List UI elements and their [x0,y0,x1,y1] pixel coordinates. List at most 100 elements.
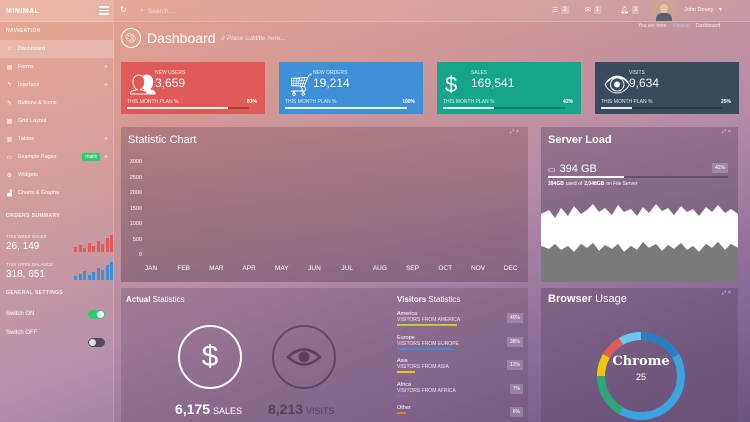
stat-progress-bar [601,107,723,109]
visitor-bar [397,412,406,414]
panel-controls[interactable]: ⤢× [722,290,733,296]
gear-icon: ⚙ [6,172,13,179]
stat-card-new-orders: 🛒︎ NEW ORDERS 19,214 THIS MONTH PLAN % 100% [279,62,423,114]
list-item: Asia VISITORS FROM ASIA 12% [397,358,525,373]
brand-logo[interactable]: MIN IMAL [0,0,114,22]
chart-icon: ▟ [7,190,12,197]
week-balance-label: THIS WEEK BALANCE [6,262,54,267]
visitor-bar [397,324,457,326]
stat-card-sales: $ SALES 169,541 THIS MONTH PLAN % 42% [437,62,581,114]
brand-bold: MIN [6,7,21,15]
server-load-percent: 42% [712,163,729,173]
page-subtitle: // Place subtitle here... [221,34,286,42]
list-item: Other 6% [397,405,525,417]
switch-off-label: Switch OFF [6,330,38,336]
cart-icon: 🛒︎ [287,72,315,97]
mail-count: 1 [593,6,602,14]
visitor-bar [397,371,415,373]
sidebar-item-grid[interactable]: ▦ Grid Layout [0,112,114,130]
x-tick-label: NOV [470,265,486,272]
menu-toggle-icon[interactable] [99,6,109,15]
actual-statistics-title: Actual Statistics [126,295,185,304]
sidebar-item-forms[interactable]: ▤ Forms + [0,58,114,76]
orders-summary-title: ORDERS SUMMARY [6,213,61,219]
switch-off-toggle[interactable] [88,338,105,347]
breadcrumb: You are here Minimal Dashboard [638,23,721,29]
stat-progress-bar [285,107,407,109]
mail-button[interactable]: ✉ 1 [585,6,602,14]
list-icon: ☰ [552,7,559,14]
week-sales-sparkline [74,232,113,252]
week-balance-value: 318, 651 [6,269,45,280]
sidebar-item-tables[interactable]: ▥ Tables + [0,130,114,148]
y-tick-label: 0 [138,252,142,258]
switch-on-toggle[interactable] [88,310,105,319]
visitors-statistics-title: Visitors Statistics [397,295,461,304]
stat-card-new-users: 👥︎ NEW USERS 3,659 THIS MONTH PLAN % 83% [121,62,265,114]
sidebar-nav: ⌂ Dashboard ▤ Forms + ϟ Interface + ✎ Buttons … [0,40,114,202]
sidebar-item-interface[interactable]: ϟ Interface + [0,76,114,94]
server-load-usage: 394GB used of 2,048GB on File Server [548,181,638,187]
eye-icon [272,325,336,389]
x-tick-label: MAR [209,265,224,272]
stat-progress-bar [127,107,249,109]
sidebar-item-widgets[interactable]: ⚙ Widgets [0,166,114,184]
dollar-icon: $ [445,72,458,97]
donut-center-label: Chrome [612,354,670,369]
monitor-icon: ▭ [6,154,13,161]
avatar[interactable] [654,1,674,21]
search-icon: ⌕ [140,7,144,14]
visitor-bar [397,347,454,350]
y-tick-label: 1500 [129,205,142,212]
plus-icon: + [103,153,108,161]
x-tick-label: MAY [274,265,289,272]
messages-button[interactable]: ☰ 2 [552,6,569,14]
statistic-chart-title: Statistic Chart [128,134,197,146]
list-item: Africa VISITORS FROM AFRICA 7% [397,382,525,397]
breadcrumb-home[interactable]: Minimal [672,23,689,29]
sidebar-item-example-pages[interactable]: ▭ Example Pages mailx + [0,148,114,166]
plus-icon: + [103,135,108,143]
y-tick-label: 2000 [129,190,142,196]
server-load-title: Server Load [548,134,612,146]
statistic-chart-panel [121,127,528,282]
x-tick-label: DEC [503,265,518,272]
stat-card-visits: 👁︎ VISITS 9,634 THIS MONTH PLAN % 25% [595,62,739,114]
messages-count: 2 [561,6,569,14]
plus-icon: + [103,63,108,71]
file-icon: ▤ [6,64,13,71]
search-box[interactable]: ⌕ Search ... [140,5,220,17]
week-sales-label: THIS WEEK SALES [6,234,47,239]
server-load-value: ▭ 394 GB [548,163,597,175]
chevron-down-icon[interactable]: ▼ [718,7,723,13]
notifications-button[interactable]: 🔔︎ 3 [620,6,640,14]
x-tick-label: AUG [372,265,387,272]
search-input[interactable]: Search ... [148,8,176,15]
grid-icon: ▦ [6,118,13,125]
x-tick-label: FEB [177,265,191,272]
switch-on-label: Switch ON [6,311,35,317]
list-item: Europe VISITORS FROM EUROPE 38% [397,335,525,350]
sidebar-item-dashboard[interactable]: ⌂ Dashboard [0,40,114,58]
bell-icon: 🔔︎ [620,7,629,14]
sidebar-item-buttons[interactable]: ✎ Buttons & Icons [0,94,114,112]
panel-controls[interactable]: ⤢× [510,129,521,135]
refresh-icon[interactable]: ↻ [120,5,127,14]
x-tick-label: SEP [406,265,420,272]
server-load-graph [541,204,738,282]
user-name[interactable]: John Douey [684,7,713,13]
visitor-bar [397,394,408,397]
sidebar-item-charts[interactable]: ▟ Charts & Graphs [0,184,114,202]
donut-center-value: 25 [635,372,646,382]
eye-icon: 👁︎ [603,72,631,97]
y-tick-label: 1000 [129,221,142,227]
server-load-bar [548,176,728,178]
brand-rest: IMAL [20,7,40,15]
y-tick-label: 3000 [129,159,142,165]
general-settings-title: GENERAL SETTINGS [6,290,64,296]
x-tick-label: JUL [341,265,353,272]
visits-stat: 8,213 VISITS [268,401,335,417]
navigation-title: NAVIGATION [6,28,41,34]
panel-controls[interactable]: ⤢× [722,129,733,135]
users-icon: 👥︎ [129,72,157,97]
